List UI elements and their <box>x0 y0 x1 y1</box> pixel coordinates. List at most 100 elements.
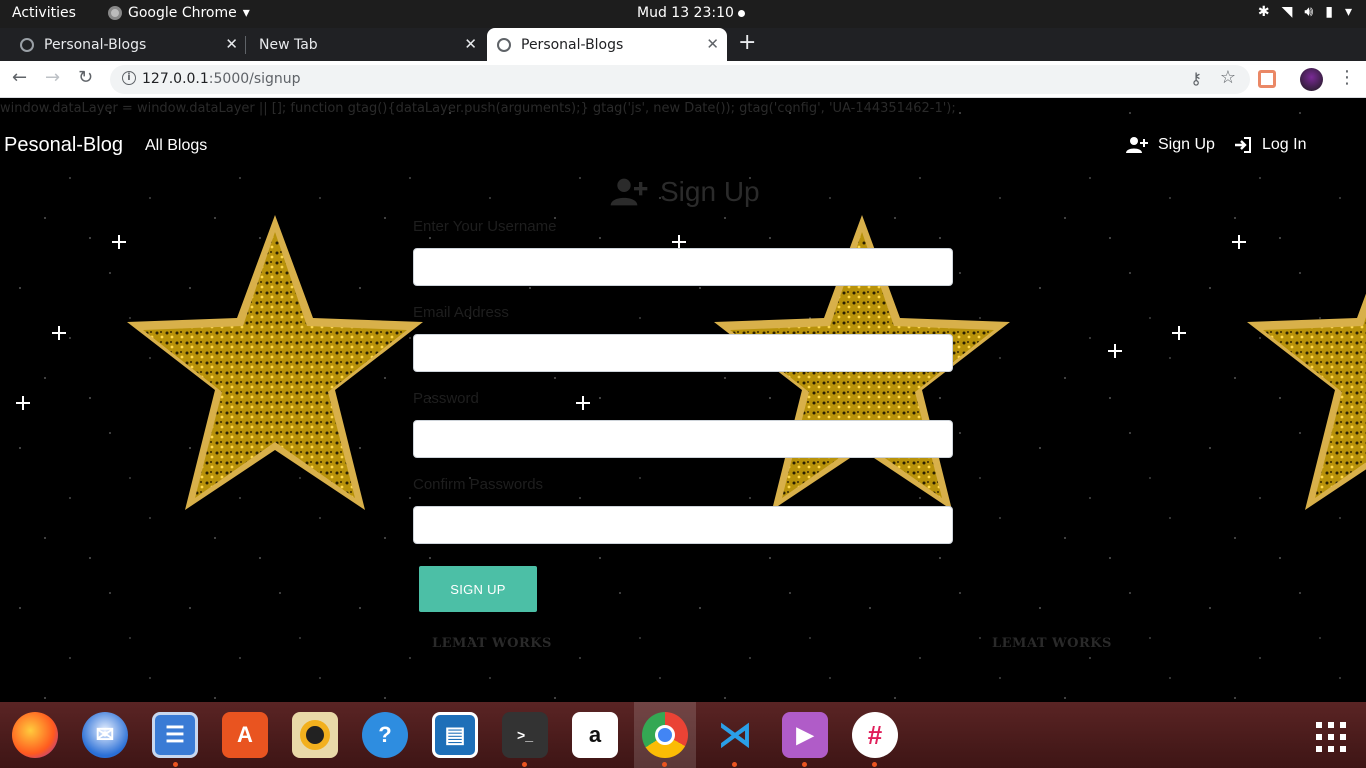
chevron-down-icon: ▾ <box>242 5 250 21</box>
nav-all-blogs[interactable]: All Blogs <box>145 137 207 155</box>
site-brand[interactable]: Pesonal-Blog <box>4 134 123 157</box>
email-label: Email Address <box>413 304 509 321</box>
chevron-down-icon[interactable]: ▾ <box>1345 4 1352 20</box>
globe-icon <box>497 37 511 52</box>
sign-up-button[interactable]: SIGN UP <box>419 566 537 612</box>
app-menu[interactable]: Google Chrome ▾ <box>108 5 250 21</box>
terminal-icon[interactable]: >_ <box>502 712 548 758</box>
confirm-password-field[interactable] <box>413 506 953 544</box>
files-icon[interactable]: ☰ <box>152 712 198 758</box>
url-path: :5000/signup <box>208 71 301 87</box>
sparkle-icon <box>1232 235 1246 249</box>
profile-avatar[interactable] <box>1300 68 1323 91</box>
running-indicator <box>872 762 877 767</box>
vscode-icon[interactable]: ⋊ <box>712 712 758 758</box>
site-navbar: Pesonal-Blog All Blogs Sign Up Log In <box>0 122 1366 170</box>
chrome-icon <box>108 6 122 20</box>
tab-separator <box>245 36 246 54</box>
rhythmbox-icon[interactable] <box>292 712 338 758</box>
writer-icon[interactable]: ▤ <box>432 712 478 758</box>
firefox-icon[interactable] <box>12 712 58 758</box>
username-label: Enter Your Username <box>413 218 557 235</box>
running-indicator <box>173 762 178 767</box>
menu-dots-icon[interactable]: ⋮ <box>1338 67 1356 88</box>
volume-icon[interactable]: 🔊︎ <box>1304 4 1313 20</box>
gold-star-left <box>127 215 423 510</box>
user-plus-icon <box>610 178 648 206</box>
gold-star-right <box>1247 293 1366 510</box>
email-field[interactable] <box>413 334 953 372</box>
form-title: Sign Up <box>610 176 760 208</box>
tab-title: Personal-Blogs <box>44 36 147 53</box>
amazon-icon[interactable]: a <box>572 712 618 758</box>
tab-personal-blogs-1[interactable]: Personal-Blogs ✕ <box>10 28 246 61</box>
tab-personal-blogs-active[interactable]: Personal-Blogs ✕ <box>487 28 727 61</box>
sign-in-icon <box>1235 137 1251 153</box>
chrome-icon <box>642 712 688 758</box>
sparkle-icon <box>52 326 66 340</box>
extension-icon[interactable] <box>1258 70 1276 88</box>
ubuntu-dock: ✉ ☰ A ? ▤ >_ a ⋊ ▶ # <box>0 702 1366 768</box>
running-indicator <box>662 762 667 767</box>
favicon-icon <box>20 37 34 52</box>
back-arrow-icon[interactable]: ← <box>12 67 27 88</box>
nav-log-in[interactable]: Log In <box>1234 136 1306 154</box>
password-label: Password <box>413 390 479 407</box>
close-icon[interactable]: ✕ <box>464 35 477 53</box>
watermark-logo: LEMAT WORKS <box>992 636 1112 651</box>
system-tray[interactable]: ✱ ◥ 🔊︎ ▮ ▾ <box>1258 4 1352 20</box>
running-indicator <box>732 762 737 767</box>
system-top-bar: Activities Google Chrome ▾ Mud 13 23:10 … <box>0 0 1366 28</box>
form-title-text: Sign Up <box>660 176 760 207</box>
sparkle-icon <box>1108 344 1122 358</box>
sparkle-icon <box>672 235 686 249</box>
page-content: window.dataLayer = window.dataLayer || [… <box>0 98 1366 702</box>
sparkle-icon <box>576 396 590 410</box>
video-icon[interactable]: ▶ <box>782 712 828 758</box>
slack-icon[interactable]: # <box>852 712 898 758</box>
username-field[interactable] <box>413 248 953 286</box>
watermark-logo: LEMAT WORKS <box>432 636 552 651</box>
forward-arrow-icon[interactable]: → <box>45 67 60 88</box>
log-in-label: Log In <box>1262 136 1307 153</box>
sparkle-icon <box>1172 326 1186 340</box>
info-icon[interactable]: i <box>122 71 136 85</box>
notification-dot-icon <box>737 9 745 17</box>
help-icon[interactable]: ? <box>362 712 408 758</box>
tab-strip: Personal-Blogs ✕ New Tab ✕ Personal-Blog… <box>0 28 1366 61</box>
browser-toolbar: ← → ↻ i 127.0.0.1:5000/signup ⚷ ☆ ⋮ <box>0 61 1366 98</box>
software-icon[interactable]: A <box>222 712 268 758</box>
new-tab-button[interactable]: + <box>738 30 756 55</box>
wifi-icon[interactable]: ◥ <box>1282 4 1293 20</box>
clock-text: Mud 13 23:10 <box>637 5 734 21</box>
url-text[interactable]: 127.0.0.1:5000/signup <box>142 71 301 87</box>
bookmark-star-icon[interactable]: ☆ <box>1220 67 1236 88</box>
sparkle-icon <box>112 235 126 249</box>
app-name: Google Chrome <box>128 5 237 21</box>
reload-icon[interactable]: ↻ <box>78 67 93 88</box>
close-icon[interactable]: ✕ <box>225 35 238 53</box>
thunderbird-icon[interactable]: ✉ <box>82 712 128 758</box>
clock[interactable]: Mud 13 23:10 <box>637 5 745 21</box>
tab-title: New Tab <box>259 36 318 53</box>
running-indicator <box>802 762 807 767</box>
tab-title: Personal-Blogs <box>521 36 624 53</box>
address-bar[interactable]: i 127.0.0.1:5000/signup ⚷ ☆ <box>110 65 1250 94</box>
show-applications-icon[interactable] <box>1316 722 1346 752</box>
nav-sign-up[interactable]: Sign Up <box>1126 136 1215 154</box>
sign-up-label: Sign Up <box>1158 136 1215 153</box>
activities-button[interactable]: Activities <box>12 5 76 21</box>
password-field[interactable] <box>413 420 953 458</box>
url-host: 127.0.0.1 <box>142 71 209 87</box>
tab-new-tab[interactable]: New Tab ✕ <box>249 28 485 61</box>
running-indicator <box>522 762 527 767</box>
slack-tray-icon[interactable]: ✱ <box>1258 4 1270 20</box>
key-icon[interactable]: ⚷ <box>1190 69 1202 88</box>
leaked-script-text: window.dataLayer = window.dataLayer || [… <box>0 101 956 116</box>
sparkle-icon <box>16 396 30 410</box>
battery-icon[interactable]: ▮ <box>1325 4 1333 20</box>
chrome-dock-active[interactable] <box>634 702 696 768</box>
close-icon[interactable]: ✕ <box>706 35 719 53</box>
confirm-password-label: Confirm Passwords <box>413 476 544 493</box>
user-plus-icon <box>1126 137 1148 153</box>
